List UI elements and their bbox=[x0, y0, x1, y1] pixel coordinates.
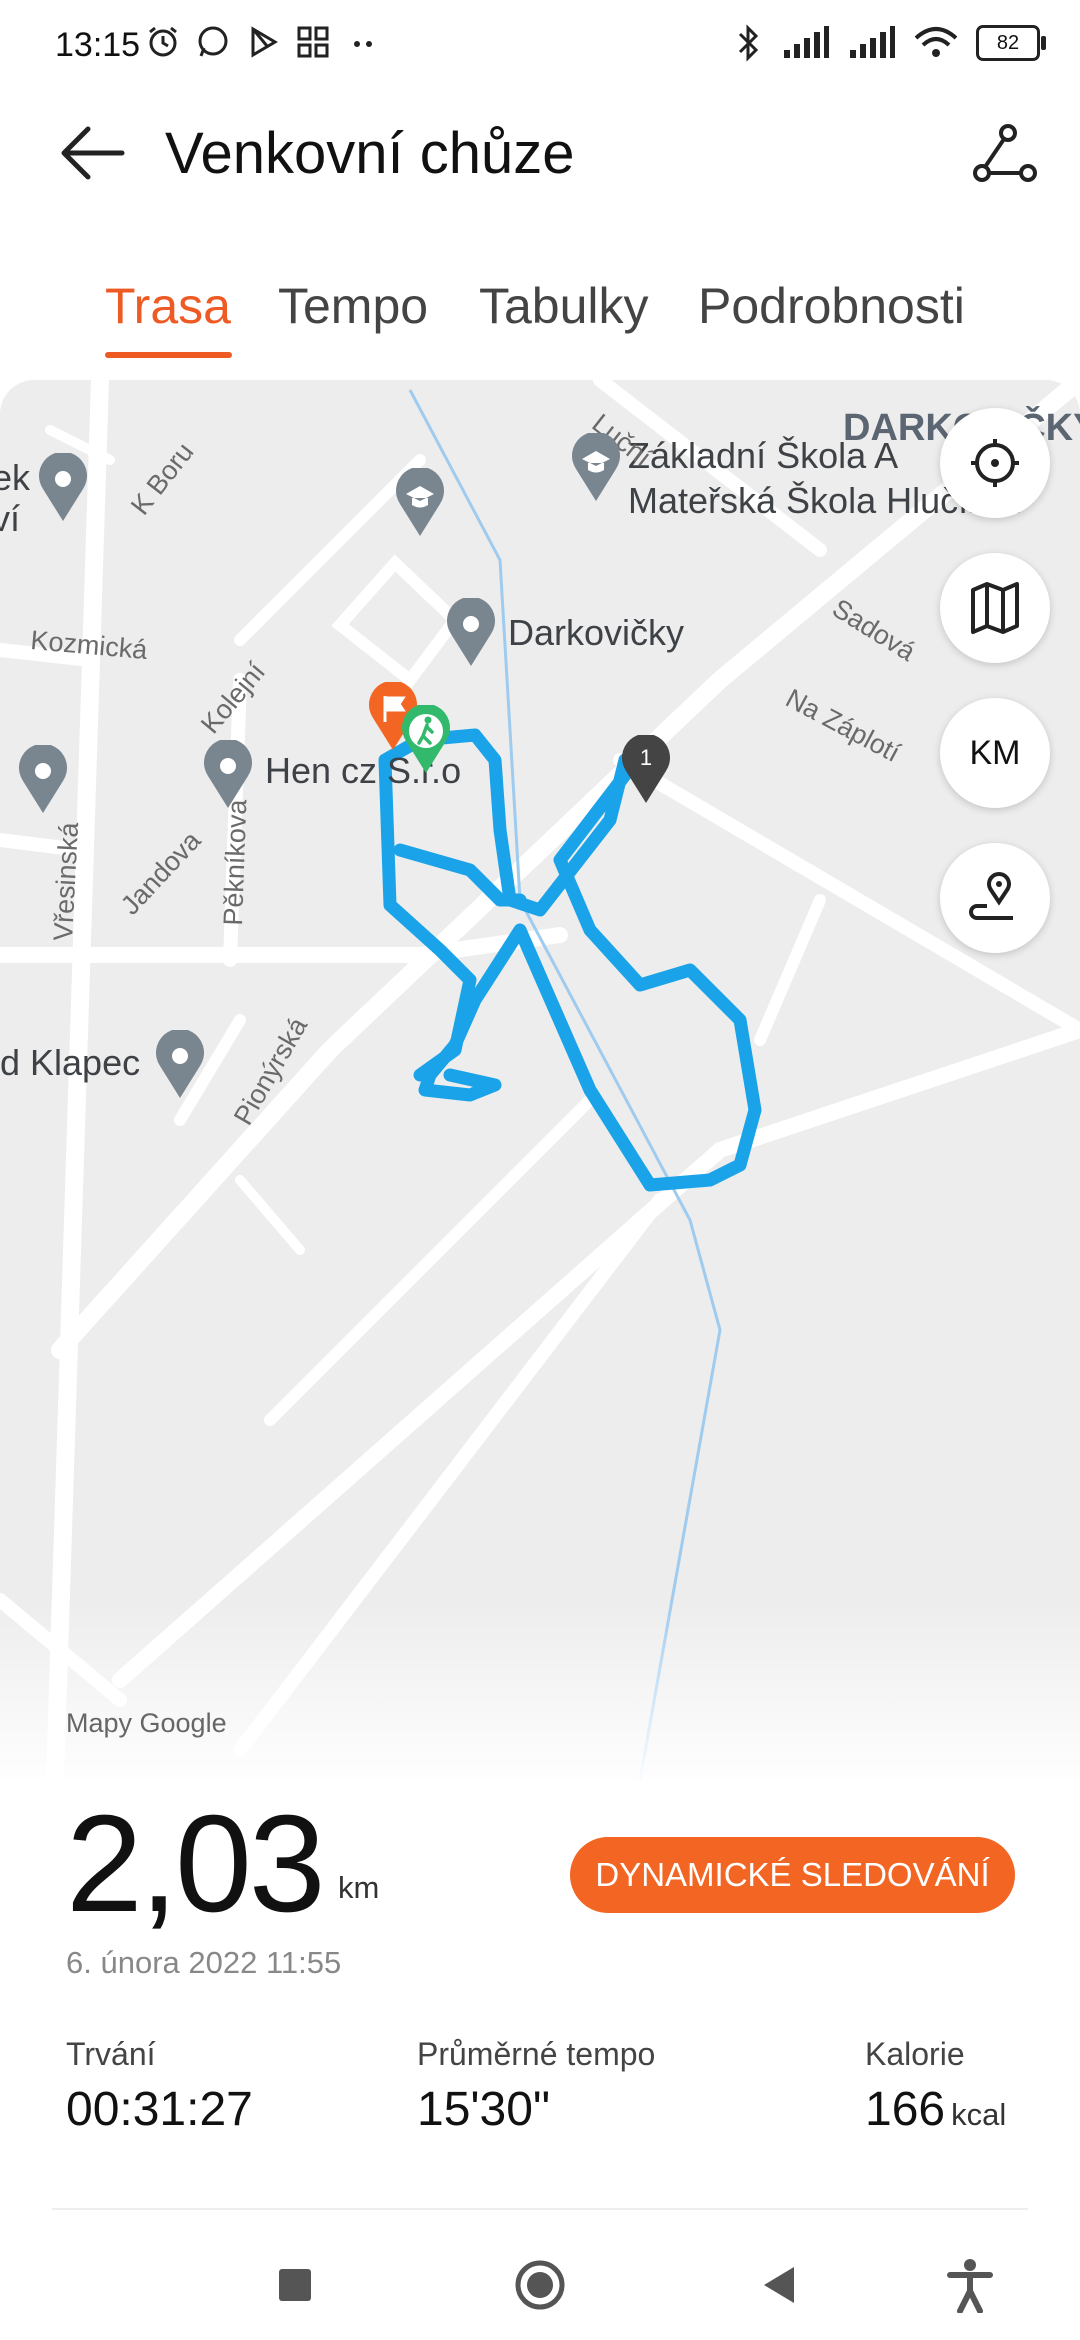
km-toggle-button[interactable]: KM bbox=[940, 698, 1050, 808]
app-bar: Venkovní chůze bbox=[0, 95, 1080, 215]
map-view[interactable]: DARKOVIČKY Základní Škola A Mateřská Ško… bbox=[0, 380, 1080, 1780]
locate-button[interactable] bbox=[940, 408, 1050, 518]
route-share-button[interactable] bbox=[970, 123, 1040, 183]
darkovicky-label: Darkovičky bbox=[508, 612, 685, 653]
square-icon bbox=[279, 2269, 311, 2301]
place-pin-icon bbox=[447, 598, 495, 666]
km-marker-label: 1 bbox=[639, 745, 653, 770]
circle-home-icon bbox=[515, 2260, 565, 2310]
calories-value-wrap: 166 kcal bbox=[865, 2082, 1006, 2137]
play-store-icon bbox=[251, 26, 278, 58]
wifi-icon bbox=[914, 27, 958, 57]
tab-tabulky[interactable]: Tabulky bbox=[479, 277, 649, 335]
hen-pin-icon bbox=[204, 740, 252, 808]
left-mid-label-2: ví bbox=[0, 498, 21, 539]
route-pin-button[interactable] bbox=[940, 843, 1050, 953]
locate-icon bbox=[971, 439, 1019, 487]
distance-value: 2,03 bbox=[66, 1787, 326, 1941]
pace-label: Průměrné tempo bbox=[417, 2036, 656, 2072]
whatsapp-icon bbox=[198, 26, 228, 57]
accessibility-icon bbox=[947, 2259, 993, 2313]
route-pin-icon bbox=[969, 872, 1013, 920]
duration-value: 00:31:27 bbox=[66, 2083, 253, 2136]
calories-value: 166 bbox=[865, 2083, 946, 2136]
klapec-pin-icon bbox=[156, 1030, 204, 1098]
back-nav-button[interactable] bbox=[745, 2250, 815, 2320]
activity-date: 6. února 2022 11:55 bbox=[66, 1945, 342, 1980]
arrow-left-icon bbox=[61, 126, 125, 180]
duration-label: Trvání bbox=[66, 2036, 156, 2072]
grid-app-icon bbox=[297, 26, 329, 58]
back-button[interactable] bbox=[60, 123, 140, 183]
pace-value: 15'30" bbox=[417, 2083, 550, 2136]
street-peknikova: Pěkníkova bbox=[218, 798, 253, 927]
klapec-label: d Klapec bbox=[0, 1042, 141, 1083]
signal-icon bbox=[784, 26, 829, 58]
dynamic-tracking-button[interactable]: DYNAMICKÉ SLEDOVÁNÍ bbox=[570, 1837, 1015, 1913]
alarm-icon bbox=[149, 26, 177, 57]
triangle-back-icon bbox=[764, 2267, 794, 2303]
km-marker: 1 bbox=[618, 735, 674, 805]
battery-indicator: 82 bbox=[976, 25, 1046, 61]
active-tab-indicator bbox=[105, 352, 232, 358]
school-pin-icon bbox=[572, 433, 620, 501]
start-walk-icon bbox=[402, 705, 450, 773]
left-mid-label: ek bbox=[0, 457, 31, 498]
tab-podrobnosti[interactable]: Podrobnosti bbox=[698, 277, 965, 335]
distance-unit: km bbox=[338, 1870, 380, 1905]
calories-unit: kcal bbox=[951, 2097, 1007, 2132]
accessibility-button[interactable] bbox=[935, 2250, 1005, 2320]
left-pin-icon-2 bbox=[39, 453, 87, 521]
school-label: Základní Škola A bbox=[628, 435, 899, 476]
status-time: 13:15 bbox=[55, 26, 141, 64]
tab-trasa[interactable]: Trasa bbox=[105, 277, 231, 335]
street-vresinska: Vřesinská bbox=[48, 821, 85, 942]
route-icon bbox=[973, 124, 1037, 182]
divider bbox=[52, 2208, 1028, 2210]
signal-icon-2 bbox=[850, 26, 895, 58]
more-dots-icon bbox=[354, 41, 372, 47]
recents-button[interactable] bbox=[260, 2250, 330, 2320]
status-bar: 13:15 82 bbox=[0, 0, 1080, 95]
tab-tempo[interactable]: Tempo bbox=[278, 277, 428, 335]
school-pin-icon-2 bbox=[396, 468, 444, 536]
page-title: Venkovní chůze bbox=[165, 121, 575, 186]
system-nav-bar bbox=[0, 2220, 1080, 2340]
map-layers-icon bbox=[971, 582, 1019, 634]
calories-label: Kalorie bbox=[865, 2036, 965, 2072]
map-attribution: Mapy Google bbox=[66, 1708, 227, 1738]
map-layers-button[interactable] bbox=[940, 553, 1050, 663]
home-button[interactable] bbox=[505, 2250, 575, 2320]
left-pin-icon bbox=[19, 745, 67, 813]
bluetooth-icon bbox=[738, 24, 759, 62]
tab-bar: Trasa Tempo Tabulky Podrobnosti bbox=[0, 265, 1080, 365]
